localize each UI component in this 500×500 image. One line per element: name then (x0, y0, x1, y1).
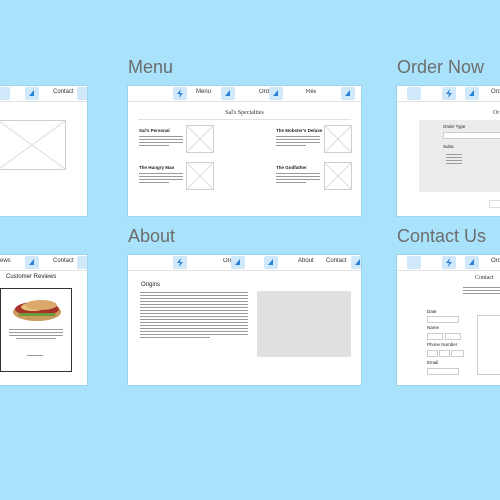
nav-bar: Order (397, 255, 500, 271)
shark-fin-icon[interactable] (221, 87, 235, 100)
shark-fin-icon[interactable] (465, 87, 479, 100)
frame-title-order-now: Order Now (397, 57, 485, 77)
review-card (0, 288, 72, 372)
nav-tile[interactable] (407, 87, 421, 100)
image-placeholder-icon (324, 162, 352, 190)
subs-label: Subs: (443, 144, 455, 149)
reviews-heading: Customer Reviews (6, 274, 57, 280)
name-field-last[interactable] (445, 333, 461, 340)
nav-tile[interactable] (407, 256, 421, 269)
date-label: Date (427, 309, 437, 314)
name-field-first[interactable] (427, 333, 443, 340)
frame-title-about: About (128, 226, 176, 246)
menu-item-title: The Mobster's Deluxe (276, 128, 323, 133)
nav-tile[interactable] (77, 87, 87, 100)
nav-order[interactable]: Order (491, 89, 500, 95)
date-select[interactable] (427, 316, 459, 323)
image-placeholder-icon (186, 125, 214, 153)
image-placeholder-icon (324, 125, 352, 153)
review-author (27, 355, 43, 358)
menu-item-desc (276, 136, 320, 148)
sandwich-image (11, 295, 63, 323)
nav-contact[interactable]: Contact (53, 258, 74, 264)
nav-contact[interactable]: Contact (326, 258, 347, 264)
nav-bar: Order (397, 86, 500, 102)
nav-menu[interactable]: Menu (196, 89, 211, 95)
shark-fin-icon[interactable] (25, 87, 39, 100)
name-label: Name (427, 325, 440, 330)
order-heading: Or (493, 110, 500, 116)
nav-reviews[interactable]: Reviews (0, 258, 11, 264)
contact-heading: Contact (475, 275, 494, 281)
phone-label: Phone Number (427, 342, 458, 347)
image-placeholder-icon (0, 120, 66, 170)
phone-field-2[interactable] (439, 350, 450, 357)
shark-fin-icon[interactable] (231, 256, 245, 269)
frame-order-now[interactable]: Order Or Order Type Subs: (397, 86, 500, 216)
nav-bar: Menu Order Reviews (128, 86, 361, 102)
about-image (257, 291, 351, 357)
nav-contact[interactable]: Contact (53, 89, 74, 95)
menu-item-desc (139, 136, 183, 148)
menu-item-title: Sal's Personal (139, 128, 170, 133)
shark-fin-icon[interactable] (269, 87, 283, 100)
order-form-panel: Order Type Subs: (419, 120, 500, 192)
lightning-bolt-icon[interactable] (173, 256, 187, 269)
nav-bar: Contact (0, 86, 87, 102)
divider (138, 119, 351, 120)
menu-item-title: The Godfather (276, 165, 307, 170)
phone-field-1[interactable] (427, 350, 438, 357)
shark-fin-icon[interactable] (341, 87, 355, 100)
nav-about[interactable]: About (298, 258, 314, 264)
email-field[interactable] (427, 368, 459, 375)
image-placeholder-icon (186, 162, 214, 190)
frame-menu[interactable]: Menu Order Reviews Sal's Specialties Sal… (128, 86, 361, 216)
shark-fin-icon[interactable] (264, 256, 278, 269)
frame-title-contact-us: Contact Us (397, 226, 487, 246)
about-heading: Origins (141, 282, 161, 288)
nav-bar: Order About Contact (128, 255, 361, 271)
nav-order[interactable]: Order (491, 258, 500, 264)
nav-bar: Reviews Contact (0, 255, 87, 271)
frame-home[interactable]: Contact (0, 86, 87, 216)
lightning-bolt-icon[interactable] (173, 87, 187, 100)
order-type-label: Order Type (443, 124, 466, 129)
phone-field-3[interactable] (451, 350, 464, 357)
menu-heading: Sal's Specialties (225, 110, 264, 116)
review-text (9, 329, 63, 341)
nav-reviews[interactable]: Reviews (306, 89, 316, 95)
shark-fin-icon[interactable] (465, 256, 479, 269)
nav-tile[interactable] (0, 87, 10, 100)
about-text (140, 292, 248, 340)
lightning-bolt-icon[interactable] (442, 256, 456, 269)
frame-about[interactable]: Order About Contact Origins (128, 255, 361, 385)
menu-item-title: The Hungry Man (139, 165, 175, 170)
frame-reviews[interactable]: Reviews Contact Customer Reviews (0, 255, 87, 385)
frame-title-menu: Menu (128, 57, 174, 77)
shark-fin-icon[interactable] (25, 256, 39, 269)
menu-item-desc (276, 173, 320, 185)
email-label: Email (427, 360, 439, 365)
message-field[interactable] (477, 315, 500, 375)
lightning-bolt-icon[interactable] (442, 87, 456, 100)
nav-tile[interactable] (77, 256, 87, 269)
menu-item-desc (139, 173, 183, 185)
frame-contact-us[interactable]: Order Contact Date Name Phone Number Ema… (397, 255, 500, 385)
order-type-select[interactable] (443, 132, 500, 139)
subs-list (446, 154, 462, 166)
order-button[interactable] (489, 200, 500, 208)
contact-intro (463, 287, 500, 296)
shark-fin-icon[interactable] (351, 256, 361, 269)
